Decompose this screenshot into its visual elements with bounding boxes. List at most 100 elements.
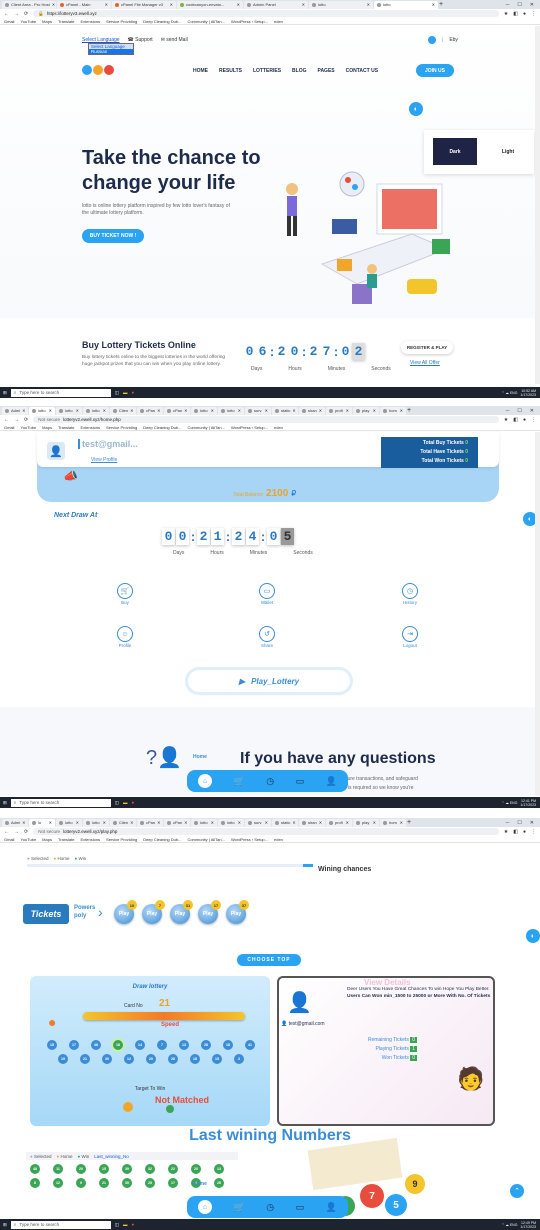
bookmark[interactable]: Translate: [58, 19, 75, 24]
windows-icon[interactable]: ⊞: [3, 390, 7, 396]
number-ball[interactable]: 41: [245, 1040, 255, 1050]
browser-tab[interactable]: shan ✕: [299, 406, 325, 415]
number-ball[interactable]: 17: [69, 1040, 79, 1050]
bookmark[interactable]: WordPress › Setup...: [231, 837, 268, 842]
number-ball[interactable]: 20: [146, 1054, 156, 1064]
minimize-icon[interactable]: ─: [506, 408, 510, 414]
facebook-icon[interactable]: [428, 36, 436, 44]
taskbar-search[interactable]: ⌕ Type here to search: [10, 798, 111, 807]
forward-icon[interactable]: →: [14, 417, 19, 423]
browser-tab[interactable]: Admi ✕: [2, 406, 28, 415]
browser-tab[interactable]: cPan ✕: [164, 818, 190, 827]
task-view-icon[interactable]: ◫: [115, 800, 119, 806]
bookmark[interactable]: WordPress › Setup...: [231, 425, 268, 430]
theme-toggle-icon[interactable]: ◐: [409, 102, 423, 116]
browser-tab[interactable]: play ✕: [353, 406, 379, 415]
bookmark[interactable]: Gmail: [4, 837, 14, 842]
profile-icon[interactable]: ●: [523, 829, 526, 835]
bookmark[interactable]: Extensions: [80, 425, 100, 430]
number-ball[interactable]: 30: [102, 1054, 112, 1064]
bookmark[interactable]: Service Providing: [106, 425, 137, 430]
menu-icon[interactable]: ⋮: [531, 417, 536, 423]
history-icon[interactable]: ◷: [266, 776, 274, 787]
browser-tab[interactable]: cPan ✕: [137, 406, 163, 415]
bookmark[interactable]: Service Providing: [106, 19, 137, 24]
play-ball[interactable]: Play 31: [170, 900, 193, 924]
bookmark[interactable]: YouTube: [20, 425, 36, 430]
nav-blog[interactable]: BLOG: [292, 68, 306, 74]
browser-tab[interactable]: profi ✕: [326, 818, 352, 827]
url-field[interactable]: Not secure lotteryv2.ewell.xyz/play.php: [33, 828, 499, 835]
home-icon[interactable]: ⌂: [197, 1200, 212, 1214]
play-ball[interactable]: Play 7: [142, 900, 165, 924]
back-icon[interactable]: ←: [4, 417, 9, 423]
forward-icon[interactable]: →: [14, 11, 19, 17]
chrome-icon[interactable]: ●: [132, 800, 135, 805]
browser-tab[interactable]: surv ✕: [245, 406, 271, 415]
scrollbar[interactable]: [535, 26, 540, 384]
browser-tab[interactable]: surv ✕: [245, 818, 271, 827]
menu-wallet[interactable]: ▭ Wallet: [259, 583, 275, 605]
number-ball[interactable]: 48: [91, 1040, 101, 1050]
number-ball[interactable]: 14: [135, 1040, 145, 1050]
taskbar-search[interactable]: ⌕ Type here to search: [10, 388, 111, 397]
register-button[interactable]: REGISTER & PLAY: [401, 341, 453, 354]
back-icon[interactable]: ←: [4, 829, 9, 835]
play-lottery-button[interactable]: ▶ Play_Lottery: [188, 670, 350, 692]
join-button[interactable]: JOIN US: [416, 64, 454, 77]
number-ball[interactable]: 28: [201, 1040, 211, 1050]
bookmark[interactable]: Extensions: [80, 837, 100, 842]
browser-tab[interactable]: lotto ✕: [191, 818, 217, 827]
bookmark[interactable]: Community | AllTan...: [187, 837, 225, 842]
cart-icon[interactable]: 🛒: [233, 1202, 244, 1213]
profile-icon[interactable]: 👤: [326, 776, 337, 787]
language-select[interactable]: Select Language Select Language Russian: [82, 37, 134, 55]
wallet-icon[interactable]: ▭: [296, 776, 305, 787]
file-explorer-icon[interactable]: ▬: [123, 390, 128, 395]
bookmark[interactable]: Service Providing: [106, 837, 137, 842]
reload-icon[interactable]: ⟳: [24, 11, 28, 17]
browser-tab[interactable]: cPan ✕: [164, 406, 190, 415]
bookmark[interactable]: Gmail: [4, 425, 14, 430]
bookmark[interactable]: Extensions: [80, 19, 100, 24]
play-ball[interactable]: Play 17: [198, 900, 221, 924]
browser-tab-active[interactable]: lotto ✕: [29, 406, 55, 415]
number-ball[interactable]: 13: [179, 1040, 189, 1050]
bookmark[interactable]: Deep Cleaning Dub...: [143, 19, 181, 24]
number-ball[interactable]: 18: [113, 1040, 123, 1050]
new-tab-icon[interactable]: +: [407, 819, 411, 826]
number-ball[interactable]: 19: [58, 1054, 68, 1064]
bookmark[interactable]: Deep Cleaning Dub...: [143, 425, 181, 430]
menu-history[interactable]: ◷ History: [402, 583, 418, 605]
theme-light-button[interactable]: Light: [486, 138, 530, 165]
close-icon[interactable]: ✕: [530, 2, 534, 8]
browser-tab[interactable]: cPanel - Main ✕: [57, 0, 111, 9]
browser-tab[interactable]: codecanyon-envato... ✕: [177, 0, 243, 9]
maximize-icon[interactable]: ☐: [517, 820, 521, 826]
play-ball[interactable]: Play 10: [114, 900, 137, 924]
extensions-icon[interactable]: ◧: [513, 829, 518, 835]
close-icon[interactable]: ✕: [530, 408, 534, 414]
minimize-icon[interactable]: ─: [506, 820, 510, 826]
history-icon[interactable]: ◷: [266, 1202, 274, 1213]
number-ball[interactable]: 21: [80, 1054, 90, 1064]
windows-icon[interactable]: ⊞: [3, 1222, 7, 1228]
view-offer-link[interactable]: View All Offer: [410, 360, 440, 366]
chrome-icon[interactable]: ●: [132, 1222, 135, 1227]
bookmark[interactable]: eden: [274, 837, 283, 842]
maximize-icon[interactable]: ☐: [517, 408, 521, 414]
number-ball[interactable]: 15: [47, 1040, 57, 1050]
scrollbar[interactable]: [535, 432, 540, 796]
taskbar-search[interactable]: ⌕ Type here to search: [10, 1220, 111, 1229]
nav-contact[interactable]: CONTACT US: [346, 68, 378, 74]
browser-tab-active[interactable]: lo ✕: [29, 818, 55, 827]
number-ball[interactable]: 3: [234, 1054, 244, 1064]
share-icon[interactable]: ★: [504, 829, 508, 835]
extensions-icon[interactable]: ◧: [513, 417, 518, 423]
profile-icon[interactable]: 👤: [326, 1202, 337, 1213]
language-option[interactable]: Russian: [89, 49, 133, 54]
browser-tab[interactable]: Admi ✕: [2, 818, 28, 827]
new-tab-icon[interactable]: +: [407, 407, 411, 414]
number-ball[interactable]: 18: [190, 1054, 200, 1064]
browser-tab[interactable]: shan ✕: [299, 818, 325, 827]
